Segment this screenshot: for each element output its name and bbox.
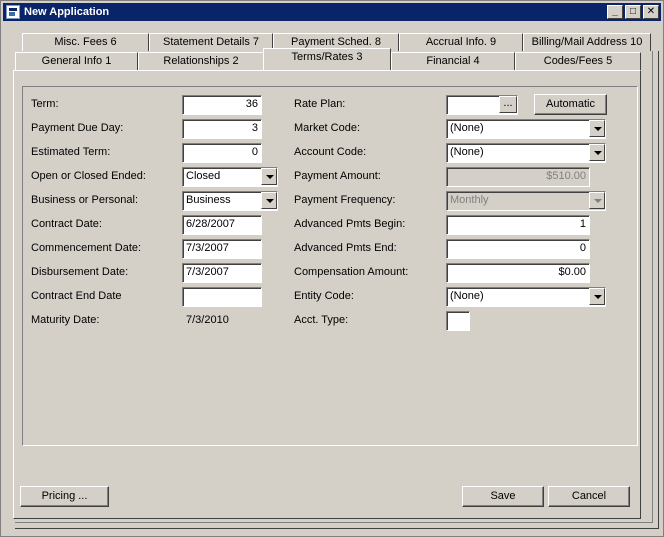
account-code-select[interactable]: (None) [446,143,606,163]
tab-relationships[interactable]: Relationships 2 [138,52,264,70]
save-button[interactable]: Save [462,486,544,507]
maturity-date-value: 7/3/2010 [186,314,229,326]
tab-accrual-info[interactable]: Accrual Info. 9 [399,33,523,51]
tab-statement-details[interactable]: Statement Details 7 [149,33,273,51]
tab-billing-mail-address[interactable]: Billing/Mail Address 10 [523,33,651,51]
tab-financial[interactable]: Financial 4 [391,52,515,70]
payment-due-day-input[interactable]: 3 [182,119,262,139]
window-controls: _ □ ✕ [605,5,659,19]
contract-date-label: Contract Date: [31,218,102,230]
cancel-button[interactable]: Cancel [548,486,630,507]
advanced-pmts-end-label: Advanced Pmts End: [294,242,397,254]
term-label: Term: [31,98,59,110]
commencement-date-input[interactable]: 7/3/2007 [182,239,262,259]
maturity-date-label: Maturity Date: [31,314,100,326]
tab-codes-fees[interactable]: Codes/Fees 5 [515,52,641,70]
market-code-select[interactable]: (None) [446,119,606,139]
app-icon [6,5,20,19]
chevron-down-icon[interactable] [589,144,605,161]
open-closed-select[interactable]: Closed [182,167,278,187]
minimize-button[interactable]: _ [607,5,623,19]
tab-misc-fees[interactable]: Misc. Fees 6 [22,33,149,51]
rate-plan-browse-button[interactable]: ... [499,96,517,113]
estimated-term-input[interactable]: 0 [182,143,262,163]
rate-plan-label: Rate Plan: [294,98,346,110]
acct-type-input[interactable] [446,311,470,331]
payment-frequency-label: Payment Frequency: [294,194,396,206]
business-personal-label: Business or Personal: [31,194,138,206]
entity-code-label: Entity Code: [294,290,354,302]
window-title: New Application [24,6,110,18]
disbursement-date-input[interactable]: 7/3/2007 [182,263,262,283]
pricing-button[interactable]: Pricing ... [20,486,109,507]
compensation-amount-input[interactable]: $0.00 [446,263,590,283]
entity-code-value: (None) [450,290,484,302]
business-personal-select[interactable]: Business [182,191,278,211]
business-personal-value: Business [186,194,231,206]
maximize-button[interactable]: □ [625,5,641,19]
contract-end-date-input[interactable] [182,287,262,307]
entity-code-select[interactable]: (None) [446,287,606,307]
contract-date-input[interactable]: 6/28/2007 [182,215,262,235]
chevron-down-icon[interactable] [261,168,277,185]
tab-terms-rates[interactable]: Terms/Rates 3 [263,48,391,70]
tab-general-info[interactable]: General Info 1 [15,52,138,70]
payment-frequency-select: Monthly [446,191,606,211]
commencement-date-label: Commencement Date: [31,242,142,254]
open-closed-value: Closed [186,170,221,182]
contract-end-date-label: Contract End Date [31,290,122,302]
application-window: New Application _ □ ✕ Misc. Fees 6 State… [0,0,664,537]
payment-frequency-value: Monthly [450,194,489,206]
payment-amount-label: Payment Amount: [294,170,381,182]
advanced-pmts-begin-input[interactable]: 1 [446,215,590,235]
chevron-down-icon [589,192,605,209]
market-code-value: (None) [450,122,484,134]
estimated-term-label: Estimated Term: [31,146,111,158]
chevron-down-icon[interactable] [261,192,277,209]
rate-plan-input[interactable]: ... [446,95,518,115]
chevron-down-icon[interactable] [589,288,605,305]
advanced-pmts-end-input[interactable]: 0 [446,239,590,259]
market-code-label: Market Code: [294,122,361,134]
title-bar[interactable]: New Application _ □ ✕ [3,3,661,21]
advanced-pmts-begin-label: Advanced Pmts Begin: [294,218,406,230]
acct-type-label: Acct. Type: [294,314,349,326]
account-code-value: (None) [450,146,484,158]
close-button[interactable]: ✕ [643,5,659,19]
account-code-label: Account Code: [294,146,367,158]
compensation-amount-label: Compensation Amount: [294,266,409,278]
payment-due-day-label: Payment Due Day: [31,122,124,134]
disbursement-date-label: Disbursement Date: [31,266,129,278]
open-closed-label: Open or Closed Ended: [31,170,146,182]
term-input[interactable]: 36 [182,95,262,115]
chevron-down-icon[interactable] [589,120,605,137]
payment-amount-input: $510.00 [446,167,590,187]
automatic-button[interactable]: Automatic [534,94,607,115]
